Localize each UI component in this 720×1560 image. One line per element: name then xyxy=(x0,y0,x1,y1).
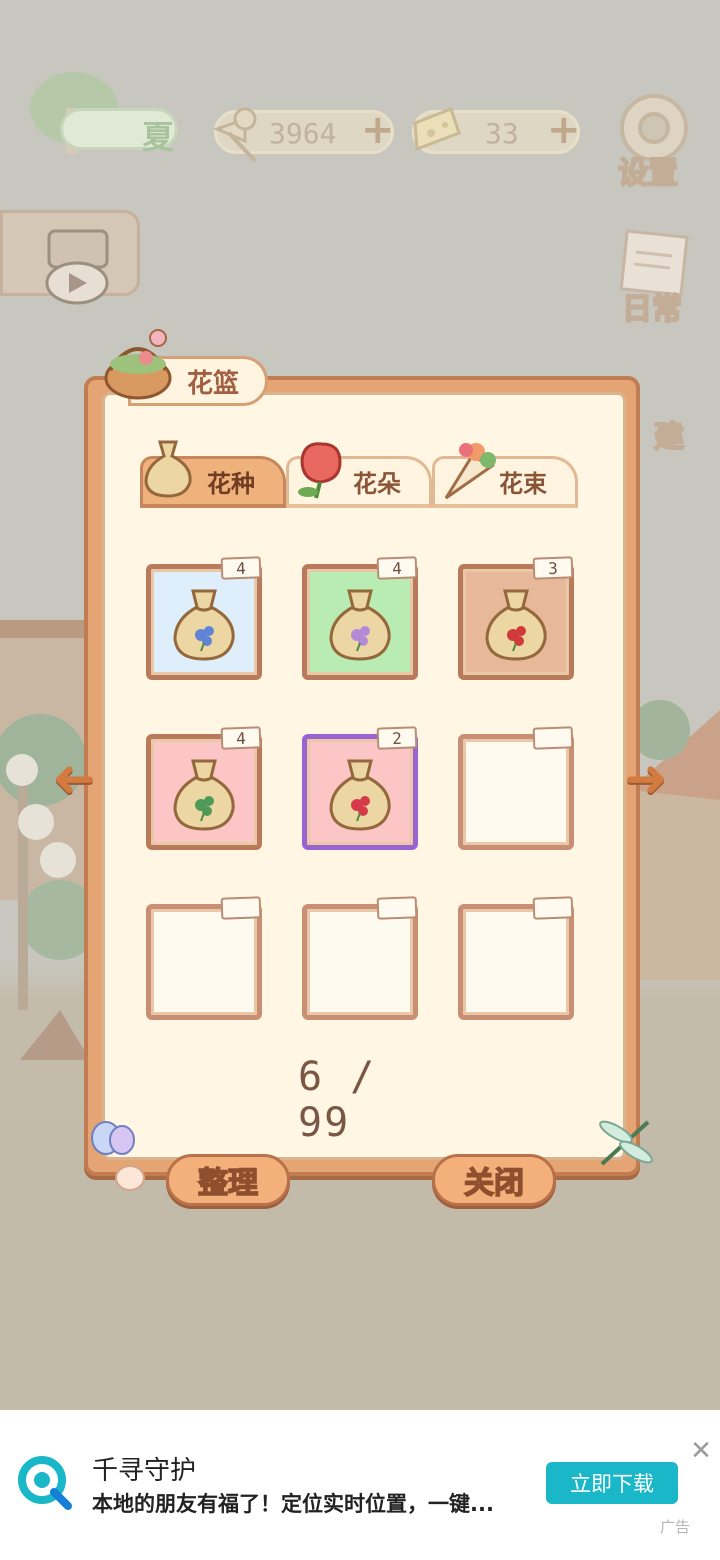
flower-basket-icon xyxy=(104,329,172,400)
tab-bouquets-label: 花束 xyxy=(499,470,547,498)
play-video-icon xyxy=(45,229,109,305)
empty-slot[interactable] xyxy=(302,896,418,1020)
empty-slot[interactable] xyxy=(458,726,574,850)
item-count-tag xyxy=(376,896,418,920)
close-button[interactable]: 关闭 xyxy=(432,1154,556,1206)
ad-tag-label: 广告 xyxy=(660,1518,691,1536)
seed-slot[interactable]: 2 xyxy=(302,726,418,850)
daily-label: 日常 xyxy=(621,291,683,328)
sort-button-label: 整理 xyxy=(197,1165,259,1202)
sort-button[interactable]: 整理 xyxy=(166,1154,290,1206)
season-badge[interactable]: 夏 xyxy=(24,68,178,158)
seed-bag-icon xyxy=(173,759,235,831)
seed-bag-icon xyxy=(485,589,547,661)
season-label: 夏 xyxy=(142,118,175,156)
seed-bag-icon xyxy=(144,440,192,498)
butterfly-icon xyxy=(91,1121,145,1191)
arrow-left-icon: ➜ xyxy=(52,749,96,809)
item-count-tag xyxy=(532,726,574,750)
fish-count: 3964 xyxy=(269,117,337,150)
bouquet-icon xyxy=(444,443,496,500)
item-count-tag: 4 xyxy=(376,556,418,580)
settings-button[interactable]: 设置 xyxy=(612,90,696,192)
ad-title: 千寻守护 xyxy=(92,1456,197,1486)
item-count-tag: 4 xyxy=(220,556,262,580)
tab-flowers-label: 花朵 xyxy=(353,470,401,498)
add-cheese-button[interactable]: + xyxy=(547,107,581,153)
dialog-title: 花篮 xyxy=(186,368,239,399)
item-count-tag: 4 xyxy=(220,726,262,750)
item-count-tag xyxy=(532,896,574,920)
ad-close-icon[interactable]: ✕ xyxy=(688,1436,714,1466)
build-label: 建 xyxy=(653,419,685,456)
next-page-arrow[interactable]: ➜ xyxy=(620,749,672,809)
dragonfly-icon xyxy=(599,1120,653,1166)
seed-bag-icon xyxy=(173,589,235,661)
app-logo-icon xyxy=(18,1456,72,1510)
arrow-right-icon: ➜ xyxy=(624,749,668,809)
seed-slot[interactable]: 3 xyxy=(458,556,574,680)
seed-slot[interactable]: 4 xyxy=(146,726,262,850)
ad-description: 本地的朋友有福了！定位实时位置，一键... xyxy=(92,1492,494,1516)
empty-slot[interactable] xyxy=(458,896,574,1020)
ad-tag: 广告 xyxy=(660,1516,690,1537)
daily-tasks-button[interactable]: 日常 xyxy=(608,228,698,328)
empty-slot[interactable] xyxy=(146,896,262,1020)
item-count-tag: 2 xyxy=(376,726,418,750)
ad-download-button[interactable]: 立即下载 xyxy=(546,1462,678,1504)
fishbone-icon xyxy=(212,107,257,163)
add-fish-button[interactable]: + xyxy=(361,107,395,153)
seed-slot[interactable]: 4 xyxy=(146,556,262,680)
seed-bag-icon xyxy=(329,759,391,831)
item-count-tag xyxy=(220,896,262,920)
close-button-label: 关闭 xyxy=(463,1165,525,1202)
fish-currency-pill: 3964 + xyxy=(212,107,395,163)
video-reward-button[interactable] xyxy=(0,210,140,305)
cheese-currency-pill: 33 + xyxy=(412,107,581,154)
settings-label: 设置 xyxy=(617,155,679,192)
cheese-icon xyxy=(413,107,461,152)
capacity-counter: 6 / 99 xyxy=(298,1054,377,1146)
prev-page-arrow[interactable]: ➜ xyxy=(48,749,100,809)
cheese-count: 33 xyxy=(485,117,519,150)
item-count-tag: 3 xyxy=(532,556,574,580)
seed-bag-icon xyxy=(329,589,391,661)
tab-seeds-label: 花种 xyxy=(207,470,255,498)
rose-icon xyxy=(298,442,342,499)
seed-slot[interactable]: 4 xyxy=(302,556,418,680)
